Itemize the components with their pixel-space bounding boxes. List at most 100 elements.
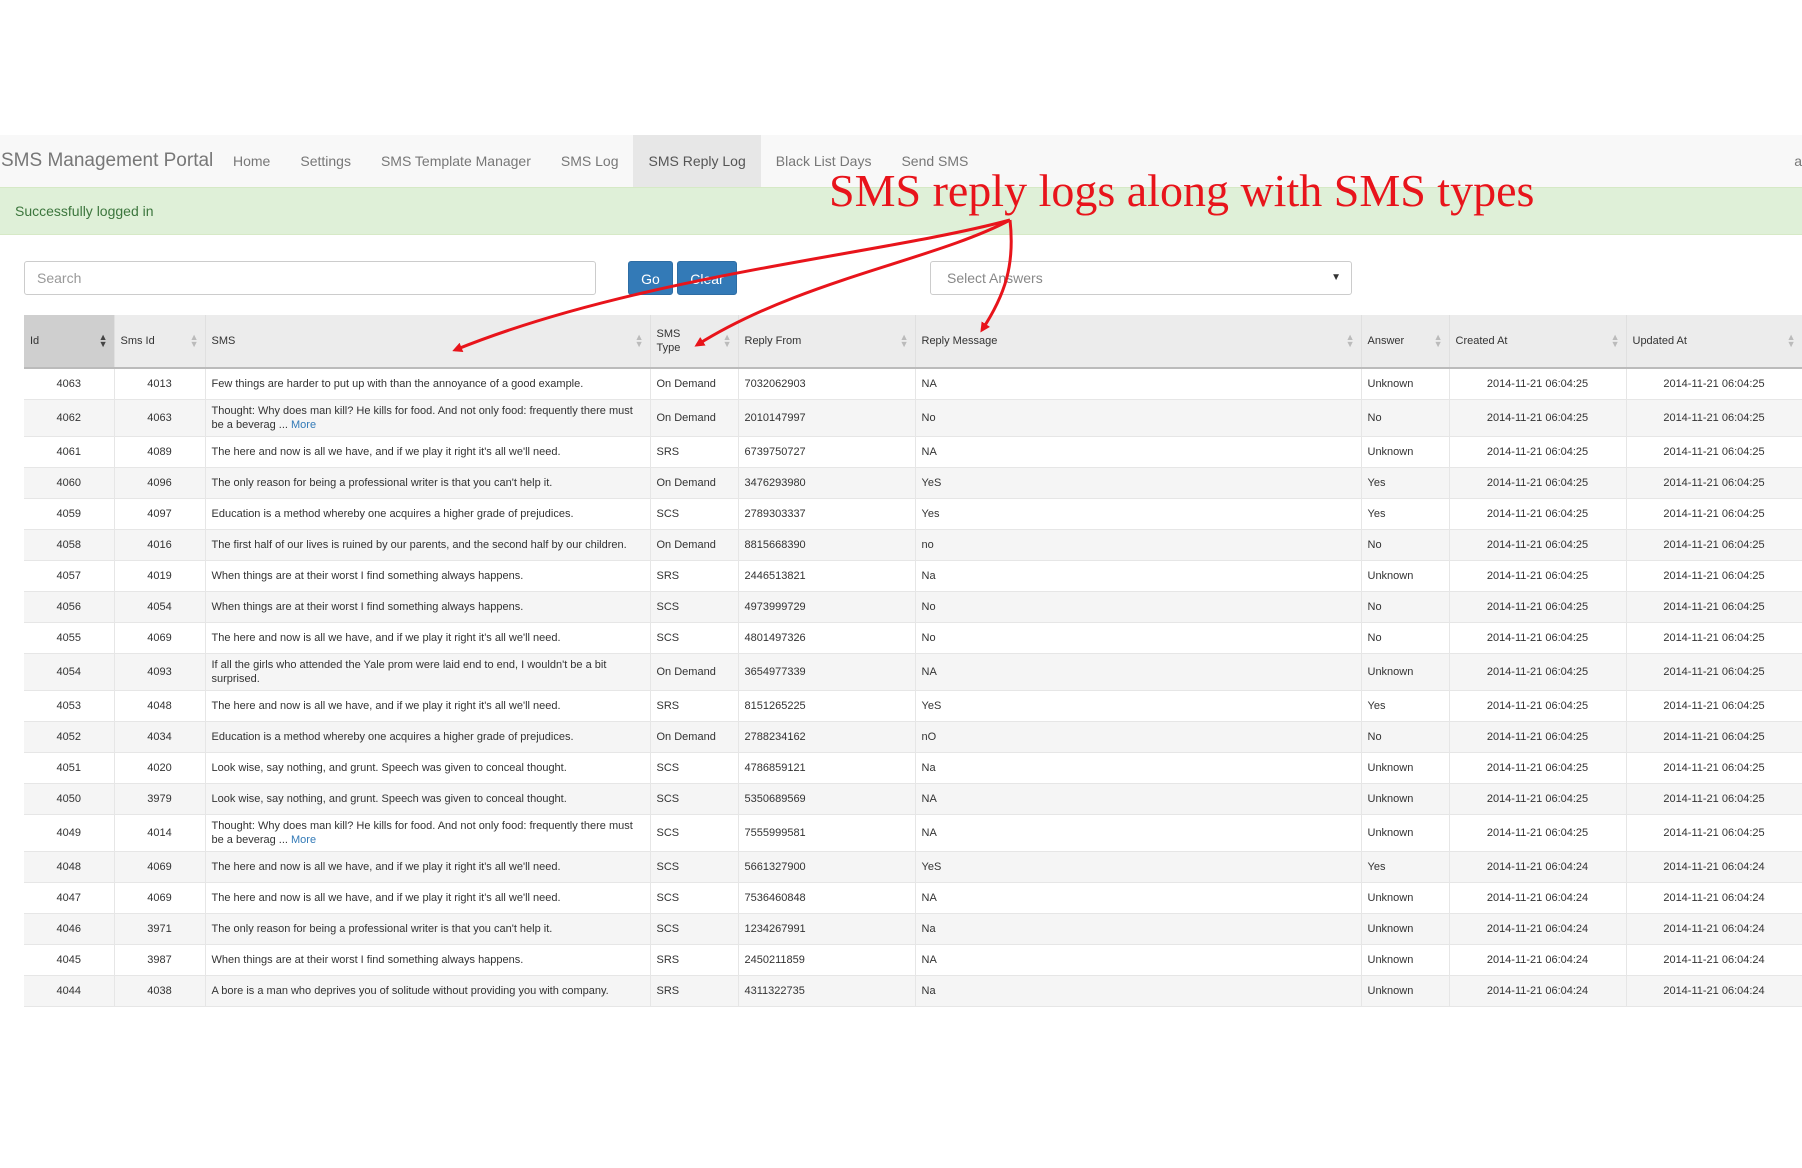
cell-updated-at-text: 2014-11-21 06:04:24 [1663, 954, 1765, 966]
more-link[interactable]: More [291, 419, 316, 431]
more-link[interactable]: More [291, 834, 316, 846]
brand-title[interactable]: SMS Management Portal [0, 135, 213, 187]
cell-reply-from: 8151265225 [738, 690, 916, 722]
cell-created-at-text: 2014-11-21 06:04:24 [1486, 861, 1589, 873]
cell-sms: Education is a method whereby one acquir… [205, 721, 651, 753]
cell-updated-at-text: 2014-11-21 06:04:25 [1663, 477, 1765, 489]
cell-reply-message: YeS [915, 690, 1362, 722]
cell-reply-from: 1234267991 [738, 913, 916, 945]
nav-item-home[interactable]: Home [218, 135, 285, 187]
cell-sms-text: The here and now is all we have, and if … [211, 632, 561, 644]
cell-reply-message-text: No [921, 412, 936, 424]
column-header-reply-message[interactable]: Reply Message ▲ ▼ [915, 315, 1362, 369]
cell-sms-id-text: 4013 [147, 378, 172, 390]
cell-answer: No [1361, 721, 1450, 753]
cell-sms-text: Look wise, say nothing, and grunt. Speec… [211, 762, 567, 774]
answer-select-placeholder: Select Answers [947, 270, 1043, 286]
cell-reply-from-text: 8151265225 [744, 700, 806, 712]
nav-item-sms-template-manager[interactable]: SMS Template Manager [366, 135, 546, 187]
cell-sms-id-text: 4020 [147, 762, 172, 774]
search-input[interactable] [24, 261, 596, 295]
cell-id-text: 4051 [56, 762, 81, 774]
cell-updated-at: 2014-11-21 06:04:25 [1626, 560, 1802, 592]
cell-answer-text: Unknown [1367, 985, 1414, 997]
cell-sms-text: The here and now is all we have, and if … [211, 892, 561, 904]
column-header-sms-id[interactable]: Sms Id ▲ ▼ [114, 315, 206, 369]
cell-sms-type-text: SCS [656, 892, 680, 904]
clear-button[interactable]: Clear [677, 261, 737, 295]
cell-sms-id-text: 4097 [147, 508, 172, 520]
column-header-id[interactable]: Id ▲ ▼ [24, 315, 115, 369]
cell-reply-message: NA [915, 944, 1362, 976]
cell-sms: When things are at their worst I find so… [205, 560, 651, 592]
cell-created-at-text: 2014-11-21 06:04:25 [1486, 762, 1589, 774]
cell-reply-from: 3476293980 [738, 467, 916, 499]
cell-sms-text: The here and now is all we have, and if … [211, 446, 561, 458]
cell-answer: No [1361, 399, 1450, 437]
cell-sms-id-text: 4034 [147, 731, 172, 743]
column-header-reply-from[interactable]: Reply From ▲ ▼ [738, 315, 916, 369]
column-header-updated-at[interactable]: Updated At ▲ ▼ [1626, 315, 1802, 369]
column-header-created-at[interactable]: Created At ▲ ▼ [1449, 315, 1627, 369]
column-header-sms-type[interactable]: SMS Type ▲ ▼ [650, 315, 739, 369]
cell-answer-text: No [1367, 601, 1382, 613]
nav-item-settings[interactable]: Settings [285, 135, 366, 187]
cell-updated-at: 2014-11-21 06:04:25 [1626, 529, 1802, 561]
table-body: 4063 4013 Few things are harder to put up … [24, 368, 1802, 1007]
cell-answer-text: No [1367, 539, 1382, 551]
cell-sms-id: 4069 [114, 622, 206, 654]
table-row: 4055 4069 The here and now is all we have,… [24, 622, 1802, 654]
cell-reply-from: 2450211859 [738, 944, 916, 976]
go-button[interactable]: Go [628, 261, 673, 295]
cell-answer-text: Yes [1367, 700, 1386, 712]
cell-sms-id-text: 4019 [147, 570, 172, 582]
cell-id: 4046 [24, 913, 115, 945]
nav-item-sms-log[interactable]: SMS Log [546, 135, 634, 187]
cell-answer-text: Yes [1367, 508, 1386, 520]
cell-sms-id: 4054 [114, 591, 206, 623]
cell-answer: Unknown [1361, 653, 1450, 691]
cell-answer-text: Unknown [1367, 446, 1414, 458]
answer-select[interactable]: Select Answers ▼ [930, 261, 1352, 295]
cell-updated-at-text: 2014-11-21 06:04:25 [1663, 378, 1765, 390]
cell-id-text: 4058 [56, 539, 81, 551]
cell-updated-at-text: 2014-11-21 06:04:25 [1663, 412, 1765, 424]
cell-sms-text: Look wise, say nothing, and grunt. Speec… [211, 793, 567, 805]
cell-created-at: 2014-11-21 06:04:25 [1449, 467, 1627, 499]
table-row: 4061 4089 The here and now is all we have,… [24, 436, 1802, 468]
cell-reply-message-text: NA [921, 827, 937, 839]
cell-answer-text: Yes [1367, 861, 1386, 873]
cell-sms-id-text: 4089 [147, 446, 172, 458]
cell-id-text: 4050 [56, 793, 81, 805]
nav-user-menu[interactable]: a [1794, 135, 1802, 187]
nav-item-sms-reply-log[interactable]: SMS Reply Log [633, 135, 761, 187]
cell-answer: No [1361, 622, 1450, 654]
cell-sms-id: 4096 [114, 467, 206, 499]
column-header-answer[interactable]: Answer ▲ ▼ [1361, 315, 1450, 369]
cell-sms-text: If all the girls who attended the Yale p… [211, 659, 607, 685]
cell-sms-type: SCS [650, 752, 739, 784]
table-row: 4056 4054 When things are at their worst I… [24, 591, 1802, 623]
sort-desc-icon: ▲ ▼ [98, 332, 108, 349]
table-row: 4062 4063 Thought: Why does man kill? He k… [24, 399, 1802, 437]
cell-id-text: 4059 [56, 508, 81, 520]
cell-created-at-text: 2014-11-21 06:04:24 [1486, 923, 1589, 935]
cell-reply-message-text: No [921, 601, 936, 613]
cell-reply-message-text: NA [921, 892, 937, 904]
cell-answer-text: No [1367, 412, 1382, 424]
cell-reply-message-text: NA [921, 793, 937, 805]
cell-sms: The only reason for being a professional… [205, 467, 651, 499]
column-header-label: Id [30, 335, 40, 347]
cell-reply-message: nO [915, 721, 1362, 753]
cell-reply-message-text: Na [921, 570, 936, 582]
cell-sms-id: 4038 [114, 975, 206, 1007]
cell-sms-id-text: 4096 [147, 477, 172, 489]
column-header-sms[interactable]: SMS ▲ ▼ [205, 315, 651, 369]
cell-id: 4049 [24, 814, 115, 852]
cell-created-at: 2014-11-21 06:04:25 [1449, 436, 1627, 468]
cell-reply-from: 4801497326 [738, 622, 916, 654]
reply-log-table: Id ▲ ▼ Sms Id ▲ ▼ SMS ▲ ▼ SMS Type ▲ ▼ Reply Fro… [24, 315, 1802, 1007]
cell-sms-id: 4069 [114, 851, 206, 883]
cell-sms: When things are at their worst I find so… [205, 591, 651, 623]
cell-created-at: 2014-11-21 06:04:24 [1449, 944, 1627, 976]
